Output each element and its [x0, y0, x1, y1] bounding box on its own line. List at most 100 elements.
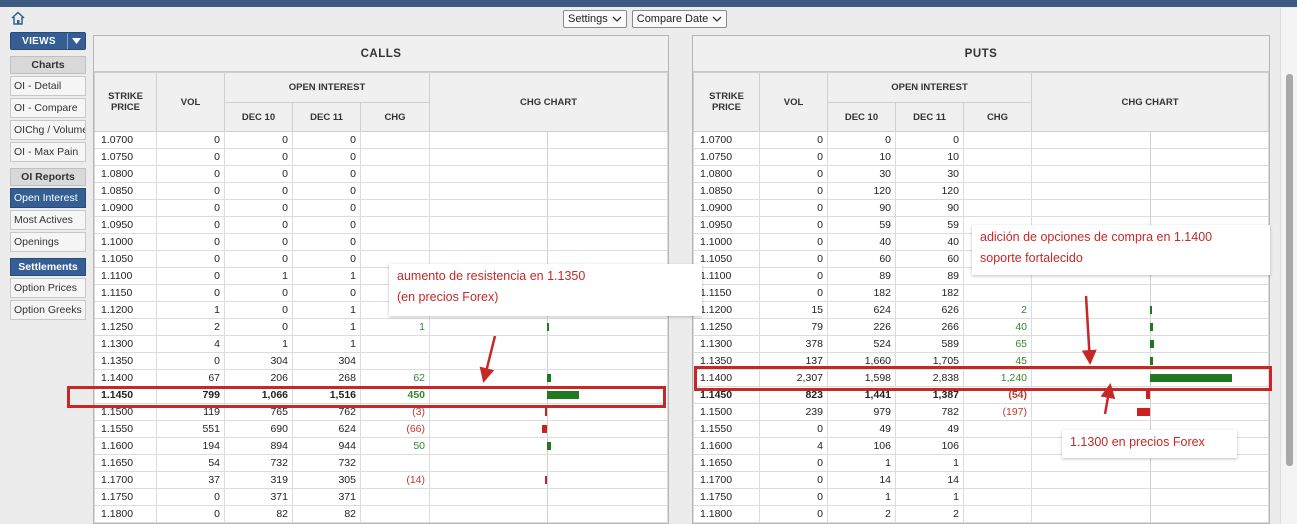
table-row: 1.0850 0 0 0 — [94, 182, 668, 200]
col-chg: CHG — [962, 102, 1033, 132]
chart-axis — [547, 132, 549, 148]
sidebar-item-open-interest[interactable]: Open Interest — [10, 188, 86, 208]
chg-cell — [359, 488, 431, 506]
sidebar-item-oi-detail[interactable]: OI - Detail — [10, 76, 86, 96]
dec11-cell: 589 — [895, 335, 964, 353]
dec11-cell: 60 — [895, 250, 964, 268]
top-controls: Settings Compare Date — [563, 10, 728, 28]
strike-cell: 1.1200 — [693, 301, 760, 319]
vol-cell: 0 — [759, 148, 828, 166]
chart-axis — [1150, 489, 1152, 505]
dec11-cell: 2 — [895, 505, 964, 523]
top-bar — [0, 0, 1297, 7]
chg-chart-cell — [1031, 505, 1269, 523]
vol-cell: 378 — [759, 335, 828, 353]
chg-chart-cell — [429, 199, 668, 217]
dec11-cell: 1 — [895, 488, 964, 506]
sidebar-section-header: OI Reports — [10, 168, 86, 186]
col-chg: CHG — [359, 102, 431, 132]
strike-cell: 1.1700 — [693, 471, 760, 489]
strike-cell: 1.0750 — [94, 148, 157, 166]
sidebar-item-oichg-volume[interactable]: OIChg / Volume — [10, 120, 86, 140]
dec11-cell: 30 — [895, 165, 964, 183]
dec10-cell: 0 — [224, 216, 293, 234]
chart-axis — [547, 353, 549, 369]
sidebar-item-oi-compare[interactable]: OI - Compare — [10, 98, 86, 118]
vol-cell: 0 — [759, 233, 828, 251]
col-open-interest: OPEN INTEREST — [223, 72, 431, 103]
dec10-cell: 226 — [827, 318, 896, 336]
table-row: 1.1500 239 979 782 (197) — [693, 403, 1269, 421]
table-row: 1.1550 551 690 624 (66) — [94, 420, 668, 438]
table-row: 1.0850 0 120 120 — [693, 182, 1269, 200]
chg-cell — [359, 454, 431, 472]
vol-cell: 0 — [156, 165, 225, 183]
dec10-cell: 40 — [827, 233, 896, 251]
sidebar-item-oi-max-pain[interactable]: OI - Max Pain — [10, 142, 86, 162]
dec11-cell: 14 — [895, 471, 964, 489]
scrollbar-thumb[interactable] — [1286, 74, 1293, 466]
vol-cell: 0 — [759, 488, 828, 506]
table-row: 1.1600 194 894 944 50 — [94, 437, 668, 455]
chg-chart-cell — [429, 165, 668, 183]
puts-annotation-line-1: adición de opciones de compra en 1.1400 — [980, 230, 1213, 244]
vol-cell: 0 — [156, 284, 225, 302]
chg-bar — [1150, 357, 1154, 365]
dec11-cell: 305 — [292, 471, 361, 489]
vol-cell: 79 — [759, 318, 828, 336]
dec10-cell: 49 — [827, 420, 896, 438]
vol-cell: 551 — [156, 420, 225, 438]
home-icon[interactable] — [10, 10, 26, 26]
col-dec11: DEC 11 — [292, 102, 361, 132]
col-vol: VOL — [759, 72, 828, 132]
dec11-cell: 182 — [895, 284, 964, 302]
forex-annotation: 1.1300 en precios Forex — [1062, 430, 1237, 458]
sidebar-item-option-greeks[interactable]: Option Greeks — [10, 300, 86, 320]
strike-cell: 1.0850 — [94, 182, 157, 200]
chart-axis — [547, 149, 549, 165]
dec11-cell: 49 — [895, 420, 964, 438]
dec10-cell: 59 — [827, 216, 896, 234]
dec11-cell: 732 — [292, 454, 361, 472]
strike-cell: 1.1800 — [693, 505, 760, 523]
views-button[interactable]: VIEWS — [10, 32, 86, 50]
puts-title: PUTS — [693, 36, 1269, 72]
chg-chart-cell — [429, 216, 668, 234]
sidebar-item-openings[interactable]: Openings — [10, 232, 86, 252]
dec11-cell: 0 — [895, 131, 964, 149]
scrollbar[interactable] — [1280, 8, 1297, 524]
chart-axis — [1150, 285, 1152, 301]
dec11-cell: 1 — [292, 318, 361, 336]
chg-chart-cell — [429, 352, 668, 370]
vol-cell: 0 — [759, 131, 828, 149]
sidebar-sections: Charts OI - Detail OI - Compare OIChg / Vol… — [10, 56, 86, 320]
table-row: 1.1650 54 732 732 — [94, 454, 668, 472]
dec11-cell: 0 — [292, 182, 361, 200]
chg-cell: (197) — [962, 403, 1033, 421]
table-row: 1.0750 0 10 10 — [693, 148, 1269, 166]
table-row: 1.1000 0 0 0 — [94, 233, 668, 251]
sidebar-item-option-prices[interactable]: Option Prices — [10, 278, 86, 298]
strike-cell: 1.1300 — [693, 335, 760, 353]
chart-axis — [547, 234, 549, 250]
dec10-cell: 0 — [827, 131, 896, 149]
dec11-cell: 0 — [292, 216, 361, 234]
settings-dropdown[interactable]: Settings — [563, 10, 627, 28]
strike-cell: 1.1350 — [94, 352, 157, 370]
chg-chart-cell — [429, 233, 668, 251]
chart-axis — [1150, 166, 1152, 182]
chg-bar — [547, 374, 552, 382]
compare-date-dropdown[interactable]: Compare Date — [631, 10, 728, 28]
dec11-cell: 0 — [292, 284, 361, 302]
calls-annotation-line-1: aumento de resistencia en 1.1350 — [397, 269, 586, 283]
dec10-cell: 182 — [827, 284, 896, 302]
chg-cell — [962, 471, 1033, 489]
col-chg-chart: CHG CHART — [429, 72, 668, 132]
vol-cell: 0 — [156, 199, 225, 217]
sidebar-item-most-actives[interactable]: Most Actives — [10, 210, 86, 230]
chg-cell — [359, 148, 431, 166]
vol-cell: 194 — [156, 437, 225, 455]
caret-down-icon[interactable] — [67, 33, 85, 49]
compare-date-label: Compare Date — [636, 13, 709, 25]
chg-chart-cell — [1031, 182, 1269, 200]
